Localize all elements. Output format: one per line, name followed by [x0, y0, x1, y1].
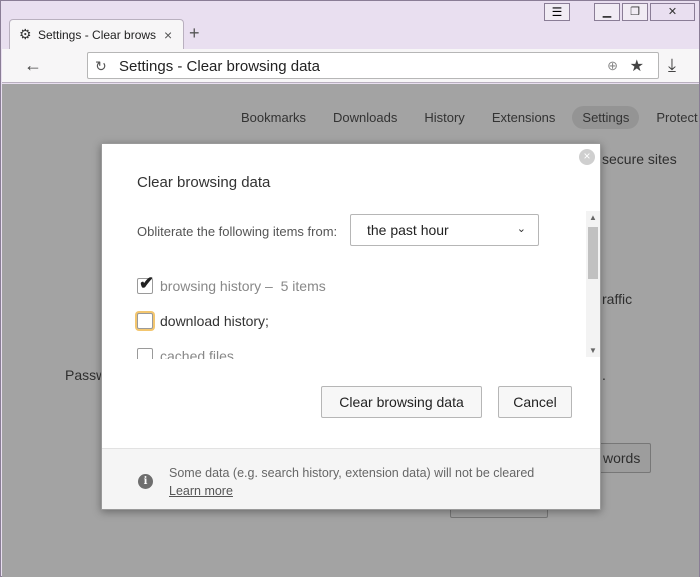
tab-settings[interactable]: ⚙ Settings - Clear browsing data × — [9, 19, 184, 49]
nav-extensions[interactable]: Extensions — [492, 110, 556, 129]
traffic-text: raffic — [602, 291, 633, 307]
tab-strip: ⚙ Settings - Clear browsing data × + ☰ ▁… — [1, 1, 700, 49]
info-icon: i — [138, 474, 153, 489]
dialog-footer: i Some data (e.g. search history, extens… — [102, 448, 600, 509]
browsing-history-checkbox[interactable]: ✔ — [137, 273, 154, 294]
nav-downloads[interactable]: Downloads — [333, 110, 397, 129]
star-icon[interactable]: ★ — [630, 56, 644, 76]
item-count: – 5 items — [261, 278, 326, 294]
download-history-checkbox[interactable] — [137, 313, 153, 329]
address-bar[interactable]: ↻ Settings - Clear browsing data ⊕ ★ — [87, 52, 659, 79]
item-cached-files[interactable]: cached files — [137, 348, 234, 359]
scroll-down-icon[interactable]: ▼ — [589, 346, 597, 355]
clear-browsing-data-dialog: × Clear browsing data Obliterate the fol… — [101, 143, 601, 510]
reload-icon[interactable]: ↻ — [95, 58, 107, 75]
nav-history[interactable]: History — [424, 110, 464, 129]
item-label: browsing history — [160, 278, 262, 294]
learn-more-link[interactable]: Learn more — [169, 484, 233, 498]
chevron-down-icon: ⌄ — [516, 223, 526, 235]
toolbar: ← ↻ Settings - Clear browsing data ⊕ ★ ⤓ — [2, 49, 699, 83]
menu-icon[interactable]: ☰ — [544, 3, 570, 21]
item-download-history[interactable]: download history; — [137, 313, 269, 329]
settings-nav: Bookmarks Downloads History Extensions S… — [241, 106, 699, 129]
cancel-button[interactable]: Cancel — [498, 386, 572, 418]
period-select[interactable]: the past hour ⌄ — [350, 214, 539, 246]
url-text[interactable]: Settings - Clear browsing data — [119, 58, 320, 75]
check-icon: ✔ — [139, 273, 155, 293]
globe-icon[interactable]: ⊕ — [607, 58, 618, 74]
download-icon[interactable]: ⤓ — [668, 55, 676, 76]
nav-protect[interactable]: Protect — [656, 110, 697, 129]
minimize-icon[interactable]: ▁ — [594, 3, 620, 21]
item-label: download history; — [160, 313, 269, 329]
gear-icon: ⚙ — [19, 26, 32, 42]
nav-settings[interactable]: Settings — [572, 106, 640, 129]
period-label: Obliterate the following items from: — [137, 224, 338, 239]
item-browsing-history[interactable]: ✔ browsing history – 5 items — [137, 273, 326, 294]
close-icon[interactable]: × — [164, 27, 172, 43]
dot-text: . — [602, 367, 606, 383]
browser-window: ⚙ Settings - Clear browsing data × + ☰ ▁… — [0, 0, 700, 577]
scroll-thumb[interactable] — [588, 227, 598, 279]
tab-title: Settings - Clear browsing data — [38, 27, 156, 42]
scrollbar[interactable]: ▲ ▼ — [586, 211, 600, 357]
cached-files-checkbox[interactable] — [137, 348, 153, 359]
back-icon[interactable]: ← — [24, 55, 42, 76]
new-tab-button[interactable]: + — [189, 23, 200, 44]
footer-text: Some data (e.g. search history, extensio… — [169, 466, 535, 480]
restore-icon[interactable]: ❐ — [622, 3, 648, 21]
scroll-up-icon[interactable]: ▲ — [589, 213, 597, 222]
items-list: ✔ browsing history – 5 items download hi… — [102, 256, 602, 359]
secure-sites-text: secure sites — [602, 151, 677, 167]
nav-bookmarks[interactable]: Bookmarks — [241, 110, 306, 129]
dialog-title: Clear browsing data — [137, 174, 271, 191]
item-label: cached files — [160, 348, 234, 359]
close-icon[interactable]: × — [579, 149, 595, 165]
close-window-icon[interactable]: ✕ — [650, 3, 695, 21]
period-value: the past hour — [367, 222, 449, 238]
clear-data-button[interactable]: Clear browsing data — [321, 386, 482, 418]
